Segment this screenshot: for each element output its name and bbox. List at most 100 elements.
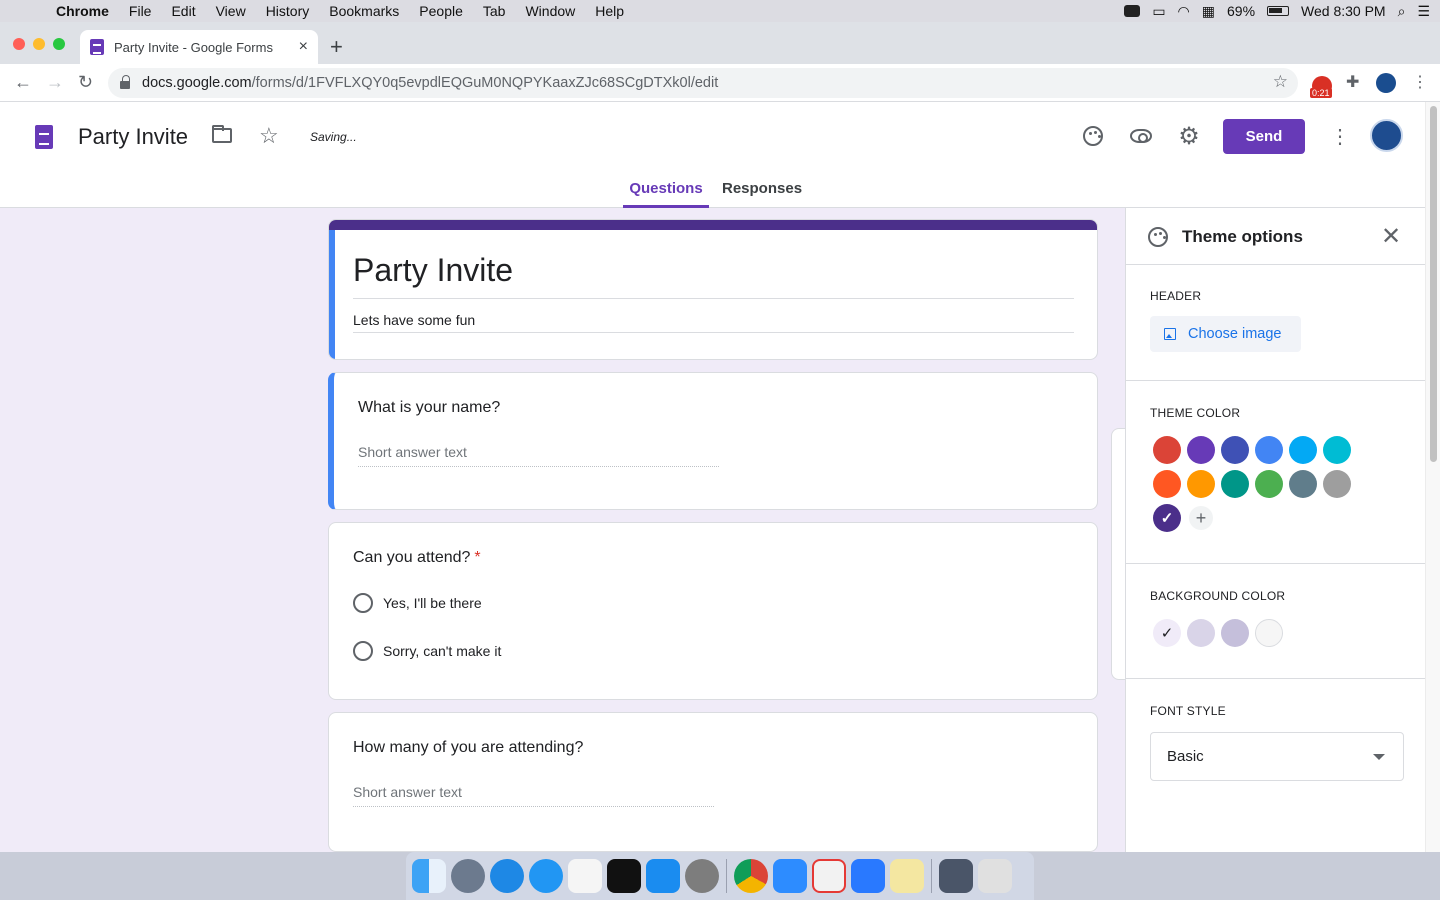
lock-icon[interactable]	[120, 75, 130, 89]
theme-color-swatch-red[interactable]	[1153, 436, 1181, 464]
move-to-folder-icon[interactable]	[212, 125, 232, 143]
menu-app-name[interactable]: Chrome	[56, 3, 119, 19]
extensions-puzzle-icon[interactable]: ✚	[1346, 72, 1359, 92]
airplay-icon[interactable]: ▭	[1152, 3, 1165, 20]
theme-color-swatch-selected[interactable]: ✓	[1153, 504, 1181, 532]
theme-color-swatch-cyan[interactable]	[1323, 436, 1351, 464]
menu-view[interactable]: View	[206, 3, 256, 19]
downloads-icon[interactable]	[939, 859, 973, 893]
theme-color-swatch-indigo[interactable]	[1221, 436, 1249, 464]
clock[interactable]: Wed 8:30 PM	[1301, 3, 1386, 19]
zoom-icon[interactable]	[773, 859, 807, 893]
question-title[interactable]: What is your name?	[358, 399, 500, 417]
customize-theme-button[interactable]	[1079, 122, 1107, 150]
theme-color-swatch-deep-orange[interactable]	[1153, 470, 1181, 498]
theme-color-swatch-blue[interactable]	[1255, 436, 1283, 464]
document-title[interactable]: Party Invite	[78, 124, 188, 150]
theme-color-swatch-purple[interactable]	[1187, 436, 1215, 464]
scrollbar-thumb[interactable]	[1430, 106, 1437, 462]
question-title[interactable]: Can you attend? *	[353, 549, 481, 567]
add-custom-color-button[interactable]: +	[1189, 506, 1213, 530]
trash-icon[interactable]	[978, 859, 1012, 893]
theme-color-swatch-green[interactable]	[1255, 470, 1283, 498]
window-minimize-icon[interactable]	[33, 38, 45, 50]
system-preferences-icon[interactable]	[685, 859, 719, 893]
launchpad-icon[interactable]	[451, 859, 485, 893]
font-style-dropdown[interactable]: Basic	[1150, 732, 1404, 781]
messages-icon[interactable]	[529, 859, 563, 893]
form-description[interactable]: Lets have some fun	[353, 312, 475, 328]
keynote-icon[interactable]	[851, 859, 885, 893]
more-options-icon[interactable]: ⋮	[1330, 124, 1350, 149]
window-close-icon[interactable]	[13, 38, 25, 50]
reload-icon[interactable]: ↻	[78, 72, 93, 93]
profile-avatar[interactable]	[1376, 73, 1396, 93]
menu-window[interactable]: Window	[515, 3, 585, 19]
music-icon[interactable]	[568, 859, 602, 893]
dock-separator	[726, 859, 727, 893]
background-swatch-light[interactable]	[1187, 619, 1215, 647]
screen-record-icon[interactable]	[1124, 5, 1141, 17]
chrome-icon[interactable]	[734, 859, 768, 893]
forms-logo-icon[interactable]	[35, 125, 53, 149]
tab-questions[interactable]: Questions	[623, 180, 709, 208]
spotlight-icon[interactable]: ⌕	[1398, 3, 1406, 20]
browser-tab[interactable]: Party Invite - Google Forms ×	[80, 30, 318, 64]
account-avatar[interactable]	[1370, 119, 1403, 152]
menu-file[interactable]: File	[119, 3, 162, 19]
background-swatch-medium[interactable]	[1221, 619, 1249, 647]
back-icon[interactable]: ←	[14, 72, 32, 93]
font-style-label: FONT STYLE	[1150, 704, 1226, 718]
background-swatch-grey[interactable]	[1255, 619, 1283, 647]
radio-button[interactable]	[353, 593, 373, 613]
radio-option[interactable]: Sorry, can't make it	[353, 641, 501, 661]
radio-button[interactable]	[353, 641, 373, 661]
tv-icon[interactable]	[607, 859, 641, 893]
background-swatch-selected[interactable]: ✓	[1153, 619, 1181, 647]
menu-help[interactable]: Help	[585, 3, 634, 19]
forms-header: Party Invite ☆ Saving... ⚙ Send ⋮ Questi…	[0, 102, 1425, 208]
settings-gear-icon[interactable]: ⚙	[1175, 122, 1203, 150]
address-bar[interactable]: docs.google.com/forms/d/1FVFLXQY0q5evpdl…	[108, 68, 1298, 98]
finder-icon[interactable]	[412, 859, 446, 893]
theme-color-swatch-grey[interactable]	[1323, 470, 1351, 498]
question-card-count[interactable]: How many of you are attending? Short ans…	[328, 712, 1098, 852]
star-icon[interactable]: ☆	[259, 123, 279, 149]
browser-menu-icon[interactable]: ⋮	[1412, 72, 1428, 92]
forward-icon[interactable]: →	[46, 72, 64, 93]
tab-responses[interactable]: Responses	[722, 180, 802, 208]
wifi-icon[interactable]: ◠	[1178, 3, 1190, 20]
battery-icon[interactable]	[1267, 6, 1290, 16]
preview-button[interactable]	[1127, 122, 1155, 150]
notes-icon[interactable]	[890, 859, 924, 893]
app-store-icon[interactable]	[646, 859, 680, 893]
control-center-icon[interactable]: ☰	[1417, 3, 1430, 20]
screen-share-icon[interactable]	[812, 859, 846, 893]
safari-icon[interactable]	[490, 859, 524, 893]
form-title[interactable]: Party Invite	[353, 252, 513, 289]
choose-image-button[interactable]: Choose image	[1150, 316, 1301, 352]
flag-icon[interactable]: ▦	[1202, 3, 1215, 20]
theme-color-swatch-light-blue[interactable]	[1289, 436, 1317, 464]
question-title[interactable]: How many of you are attending?	[353, 739, 583, 757]
window-zoom-icon[interactable]	[53, 38, 65, 50]
menu-tab[interactable]: Tab	[473, 3, 516, 19]
menu-bookmarks[interactable]: Bookmarks	[319, 3, 409, 19]
close-icon[interactable]: ✕	[1381, 222, 1401, 251]
theme-color-swatch-teal[interactable]	[1221, 470, 1249, 498]
tab-close-icon[interactable]: ×	[299, 38, 308, 56]
form-title-card[interactable]: Party Invite Lets have some fun	[328, 219, 1098, 360]
menu-history[interactable]: History	[256, 3, 320, 19]
question-card-name[interactable]: What is your name? Short answer text	[328, 372, 1098, 510]
page-scrollbar[interactable]	[1425, 102, 1440, 852]
menu-people[interactable]: People	[409, 3, 473, 19]
theme-color-swatch-orange[interactable]	[1187, 470, 1215, 498]
theme-color-swatch-blue-grey[interactable]	[1289, 470, 1317, 498]
radio-option[interactable]: Yes, I'll be there	[353, 593, 482, 613]
send-button[interactable]: Send	[1223, 119, 1305, 154]
question-card-attend[interactable]: Can you attend? * Yes, I'll be there Sorr…	[328, 522, 1098, 700]
timer-extension-icon[interactable]: 0:21	[1310, 76, 1332, 98]
new-tab-icon[interactable]: +	[330, 34, 343, 60]
menu-edit[interactable]: Edit	[161, 3, 205, 19]
bookmark-star-icon[interactable]: ☆	[1273, 72, 1288, 92]
